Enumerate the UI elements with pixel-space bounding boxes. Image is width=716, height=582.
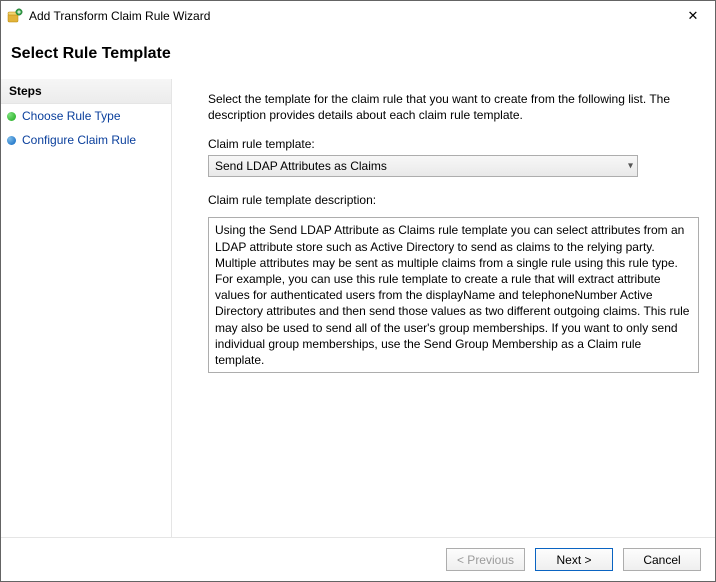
wizard-header: Select Rule Template bbox=[1, 31, 715, 79]
step-bullet-icon bbox=[7, 136, 16, 145]
main-panel: Select the template for the claim rule t… bbox=[172, 79, 715, 537]
close-icon: ✕ bbox=[688, 8, 699, 24]
step-bullet-icon bbox=[7, 112, 16, 121]
steps-sidebar: Steps Choose Rule Type Configure Claim R… bbox=[1, 79, 172, 537]
wizard-body: Steps Choose Rule Type Configure Claim R… bbox=[1, 79, 715, 537]
close-button[interactable]: ✕ bbox=[673, 2, 713, 30]
template-label: Claim rule template: bbox=[208, 137, 699, 151]
wizard-footer: < Previous Next > Cancel bbox=[1, 537, 715, 581]
window-title: Add Transform Claim Rule Wizard bbox=[29, 9, 673, 23]
intro-text: Select the template for the claim rule t… bbox=[208, 91, 699, 123]
description-label: Claim rule template description: bbox=[208, 193, 699, 207]
wizard-window: Add Transform Claim Rule Wizard ✕ Select… bbox=[0, 0, 716, 582]
step-choose-rule-type[interactable]: Choose Rule Type bbox=[1, 104, 171, 128]
app-icon bbox=[7, 8, 23, 24]
select-value: Send LDAP Attributes as Claims bbox=[215, 159, 387, 173]
claim-rule-template-select[interactable]: Send LDAP Attributes as Claims ▾ bbox=[208, 155, 638, 177]
next-button[interactable]: Next > bbox=[535, 548, 613, 571]
step-label: Choose Rule Type bbox=[22, 109, 121, 123]
chevron-down-icon: ▾ bbox=[628, 161, 633, 172]
step-configure-claim-rule[interactable]: Configure Claim Rule bbox=[1, 128, 171, 152]
page-title: Select Rule Template bbox=[11, 45, 705, 63]
template-description: Using the Send LDAP Attribute as Claims … bbox=[208, 217, 699, 373]
title-bar: Add Transform Claim Rule Wizard ✕ bbox=[1, 1, 715, 31]
previous-button: < Previous bbox=[446, 548, 525, 571]
cancel-button[interactable]: Cancel bbox=[623, 548, 701, 571]
step-label: Configure Claim Rule bbox=[22, 133, 136, 147]
steps-heading: Steps bbox=[1, 79, 171, 104]
